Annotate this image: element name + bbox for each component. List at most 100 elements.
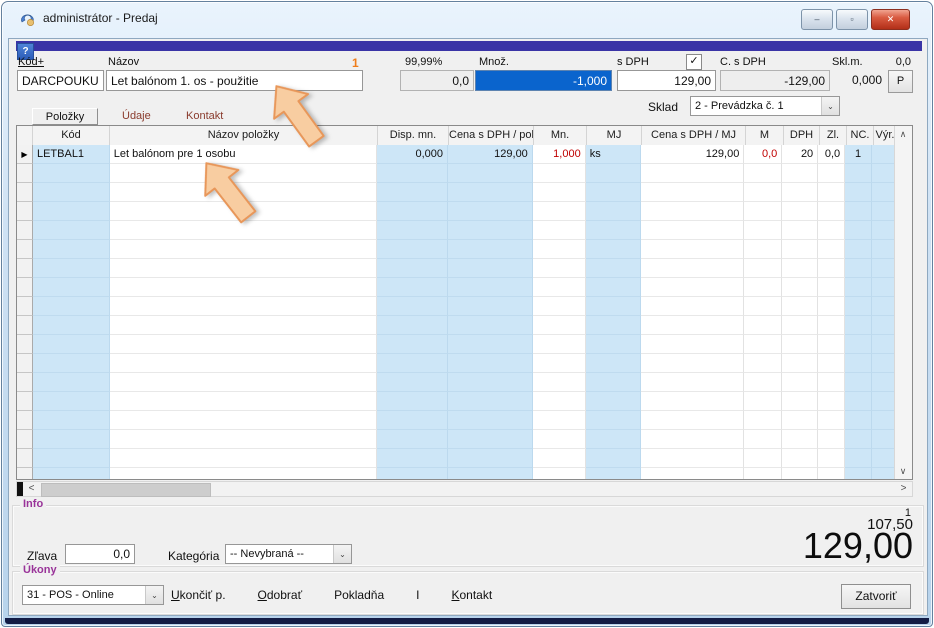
grid-cell[interactable] [872, 278, 895, 297]
table-row-empty[interactable] [17, 354, 895, 373]
kategoria-combo[interactable]: -- Nevybraná -- ⌄ [225, 544, 352, 564]
grid-cell[interactable] [845, 411, 872, 430]
table-row-empty[interactable] [17, 221, 895, 240]
action-ukonip[interactable]: Ukončiť p. [171, 588, 226, 602]
grid-cell[interactable] [872, 392, 895, 411]
grid-cell[interactable] [586, 392, 641, 411]
kod-input[interactable] [17, 70, 104, 91]
grid-cell[interactable] [872, 468, 895, 479]
grid-cell[interactable] [818, 373, 845, 392]
grid-cell[interactable] [448, 392, 533, 411]
grid-cell[interactable] [872, 411, 895, 430]
grid-cell[interactable] [533, 335, 586, 354]
grid-cell[interactable] [110, 297, 377, 316]
grid-cell[interactable] [782, 240, 818, 259]
grid-cell[interactable] [33, 259, 110, 278]
grid-cell[interactable] [845, 316, 872, 335]
grid-cell[interactable] [744, 259, 782, 278]
grid-cell[interactable] [782, 392, 818, 411]
grid-cell[interactable] [586, 468, 641, 479]
grid-header-cena-s-dph-mj[interactable]: Cena s DPH / MJ [642, 126, 746, 145]
table-row-empty[interactable] [17, 335, 895, 354]
row-marker[interactable] [17, 259, 33, 278]
grid-cell[interactable] [641, 335, 745, 354]
grid-cell[interactable] [33, 335, 110, 354]
grid-header-k-d[interactable]: Kód [33, 126, 110, 145]
grid-cell[interactable] [818, 202, 845, 221]
grid-header-cena-s-dph-pol[interactable]: Cena s DPH / pol [449, 126, 534, 145]
grid-cell[interactable] [641, 240, 745, 259]
grid-cell[interactable] [448, 316, 533, 335]
grid-cell[interactable] [641, 316, 745, 335]
grid-cell[interactable] [586, 316, 641, 335]
row-marker[interactable] [17, 164, 33, 183]
grid-cell[interactable] [377, 297, 448, 316]
grid-cell[interactable] [110, 221, 377, 240]
grid-cell[interactable] [872, 202, 895, 221]
grid-cell[interactable] [782, 411, 818, 430]
grid-cell[interactable] [533, 183, 586, 202]
grid-cell[interactable] [641, 392, 745, 411]
sklad-combo[interactable]: 2 - Prevádzka č. 1 ⌄ [690, 96, 840, 116]
grid-cell[interactable] [586, 373, 641, 392]
grid-cell[interactable] [744, 164, 782, 183]
grid-cell[interactable] [872, 449, 895, 468]
grid-cell[interactable] [744, 240, 782, 259]
grid-cell[interactable] [818, 221, 845, 240]
zatvorit-button[interactable]: Zatvoriť [841, 584, 911, 609]
grid-cell[interactable] [33, 430, 110, 449]
grid-cell[interactable] [533, 240, 586, 259]
grid-cell[interactable] [782, 278, 818, 297]
nazov-input[interactable] [106, 70, 363, 91]
grid-header-nc-[interactable]: NC. [847, 126, 874, 145]
grid-cell[interactable] [533, 373, 586, 392]
close-button[interactable]: ✕ [871, 9, 910, 30]
grid-cell[interactable] [377, 202, 448, 221]
row-marker[interactable] [17, 335, 33, 354]
grid-cell[interactable] [744, 354, 782, 373]
grid-cell[interactable] [533, 392, 586, 411]
table-row-empty[interactable] [17, 411, 895, 430]
row-marker[interactable] [17, 183, 33, 202]
maximize-button[interactable]: ▫ [836, 9, 868, 30]
grid-cell[interactable] [110, 259, 377, 278]
row-marker[interactable] [17, 297, 33, 316]
grid-cell[interactable] [533, 411, 586, 430]
row-marker[interactable] [17, 392, 33, 411]
grid-cell[interactable] [110, 354, 377, 373]
grid-cell[interactable] [533, 316, 586, 335]
grid-cell[interactable] [744, 468, 782, 479]
grid-cell[interactable] [586, 449, 641, 468]
grid-cell[interactable] [744, 373, 782, 392]
percent-input[interactable] [400, 70, 474, 91]
row-marker[interactable] [17, 430, 33, 449]
grid-cell[interactable] [533, 354, 586, 373]
grid-cell[interactable] [586, 430, 641, 449]
grid-cell[interactable] [845, 468, 872, 479]
scroll-up-icon[interactable]: ∧ [895, 126, 911, 142]
grid-cell[interactable] [33, 164, 110, 183]
grid-header-zl-[interactable]: Zl. [820, 126, 847, 145]
grid-cell[interactable] [872, 354, 895, 373]
grid-cell[interactable] [845, 430, 872, 449]
grid-cell[interactable] [110, 335, 377, 354]
grid-cell[interactable] [818, 449, 845, 468]
grid-cell[interactable] [782, 202, 818, 221]
grid-cell[interactable]: 20 [782, 145, 818, 164]
tab-kontakt[interactable]: Kontakt [186, 110, 223, 122]
grid-cell[interactable] [845, 240, 872, 259]
grid-cell[interactable] [448, 468, 533, 479]
s-dph-input[interactable] [617, 70, 716, 91]
grid-header-dph[interactable]: DPH [784, 126, 820, 145]
grid-cell[interactable] [782, 316, 818, 335]
grid-cell[interactable] [110, 449, 377, 468]
tab-polozky[interactable]: Položky [32, 108, 98, 125]
grid-cell[interactable] [586, 278, 641, 297]
chevron-down-icon[interactable]: ⌄ [333, 545, 351, 563]
grid-cell[interactable] [33, 468, 110, 479]
grid-cell[interactable] [377, 259, 448, 278]
grid-cell[interactable] [110, 373, 377, 392]
grid-cell[interactable] [377, 373, 448, 392]
grid-cell[interactable] [33, 183, 110, 202]
grid-header-n-zov-polo-ky[interactable]: Názov položky [110, 126, 378, 145]
